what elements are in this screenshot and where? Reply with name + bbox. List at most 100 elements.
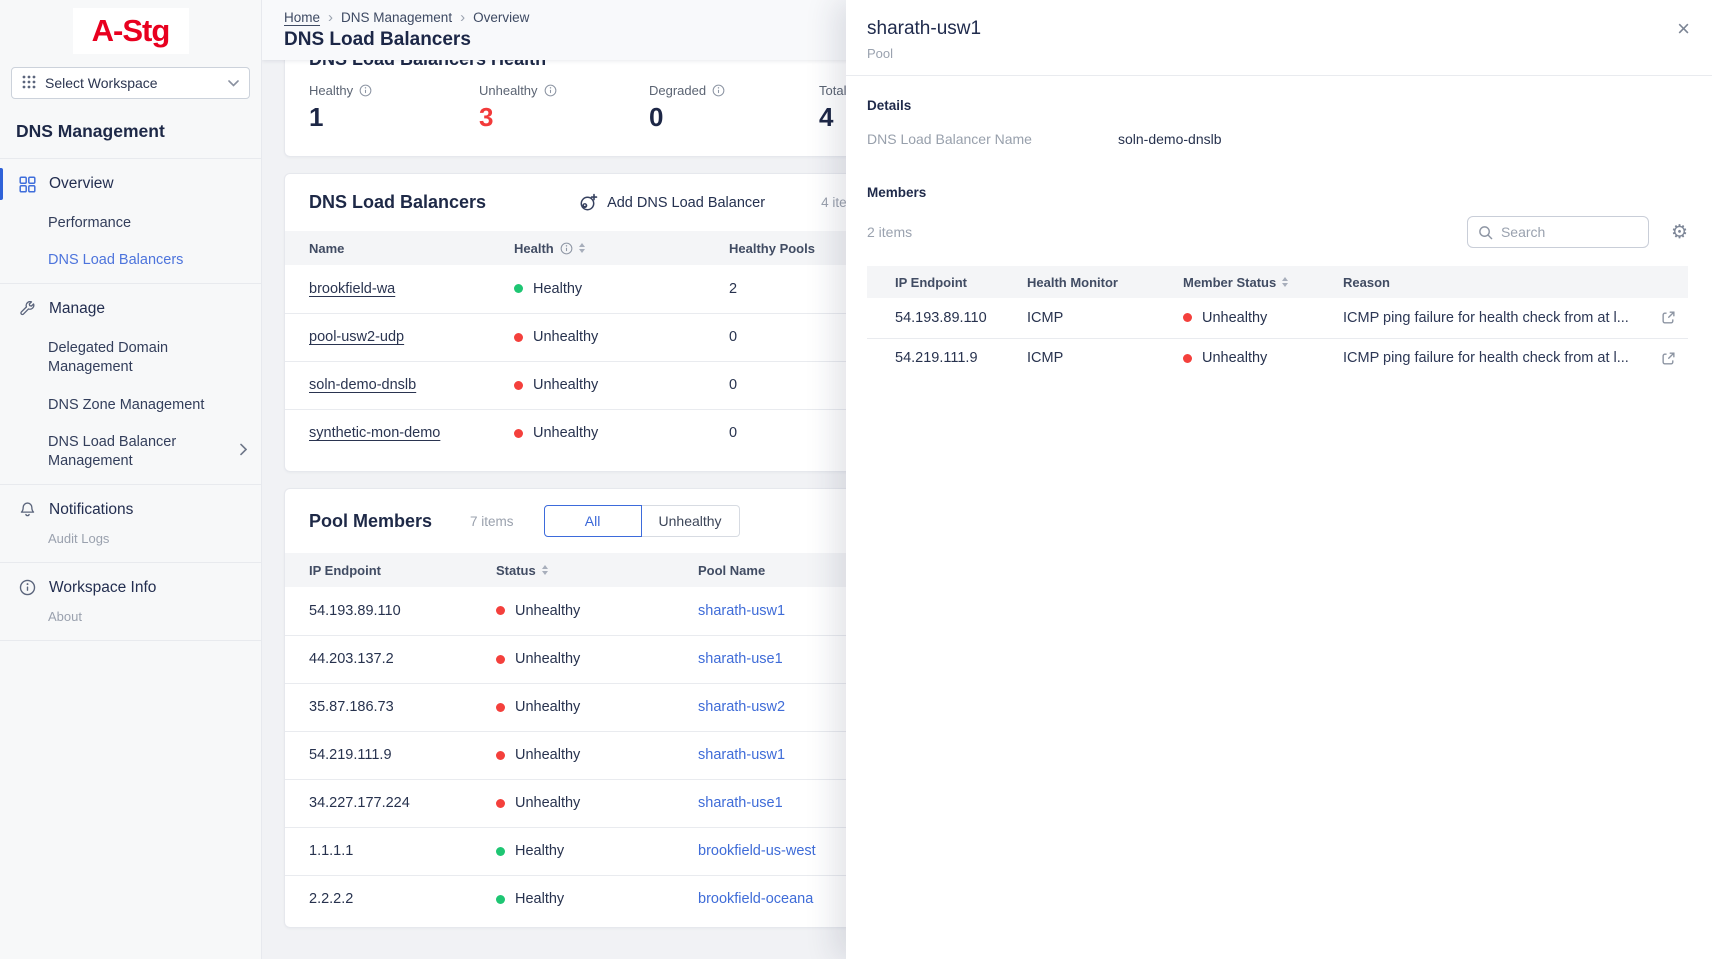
sidebar-item-delegated-domain-management[interactable]: Delegated Domain Management <box>0 330 261 386</box>
column-header-name[interactable]: Name <box>285 231 514 265</box>
divider <box>0 283 261 284</box>
pool-name-link[interactable]: sharath-use1 <box>698 795 783 811</box>
status-text: Healthy <box>515 843 564 859</box>
health-status-dot <box>514 429 523 438</box>
divider <box>0 484 261 485</box>
pool-name-link[interactable]: brookfield-us-west <box>698 843 816 859</box>
add-button-label: Add DNS Load Balancer <box>607 195 765 211</box>
add-dns-load-balancer-button[interactable]: Add DNS Load Balancer <box>578 193 765 213</box>
divider <box>0 562 261 563</box>
column-header-reason[interactable]: Reason <box>1343 266 1688 298</box>
stat-label: Healthy <box>309 83 353 98</box>
gear-icon[interactable]: ⚙ <box>1671 223 1688 242</box>
external-link-icon[interactable] <box>1661 351 1676 366</box>
ip-endpoint: 34.227.177.224 <box>285 779 496 827</box>
ip-endpoint: 54.193.89.110 <box>867 298 1027 338</box>
column-header-member-status[interactable]: Member Status <box>1183 266 1343 298</box>
members-toolbar: 2 items ⚙ <box>867 216 1688 248</box>
members-items-count: 2 items <box>867 224 912 240</box>
pool-name-link[interactable]: brookfield-oceana <box>698 891 813 907</box>
pool-detail-drawer: sharath-usw1 Pool × Details DNS Load Bal… <box>846 0 1712 959</box>
sidebar-item-dns-load-balancers[interactable]: DNS Load Balancers <box>0 242 261 279</box>
lb-name-link[interactable]: synthetic-mon-demo <box>309 425 440 441</box>
status-text: Unhealthy <box>1202 350 1267 366</box>
add-load-balancer-icon <box>578 193 598 213</box>
members-table-wrap: IP Endpoint Health Monitor Member Status… <box>867 266 1688 378</box>
drawer-body: Details DNS Load Balancer Name soln-demo… <box>846 98 1712 378</box>
column-header-health-monitor[interactable]: Health Monitor <box>1027 266 1183 298</box>
logo-text: A-Stg <box>92 13 170 48</box>
status-text: Unhealthy <box>515 747 580 763</box>
drawer-header: sharath-usw1 Pool × <box>846 0 1712 76</box>
lb-name-link[interactable]: brookfield-wa <box>309 281 395 297</box>
workspace-grid-icon <box>22 75 36 92</box>
sidebar-item-about[interactable]: About <box>0 609 261 636</box>
column-header-status[interactable]: Status <box>496 553 698 587</box>
app-root: A-Stg Select Workspace DNS Management <box>0 0 1712 959</box>
drawer-subtitle: Pool <box>867 46 1688 61</box>
members-heading: Members <box>867 185 1688 200</box>
sort-icon[interactable] <box>579 243 585 253</box>
external-link-icon[interactable] <box>1661 310 1676 325</box>
status-text: Healthy <box>515 891 564 907</box>
sidebar-item-manage[interactable]: Manage <box>0 288 261 330</box>
health-monitor: ICMP <box>1027 338 1183 378</box>
info-icon[interactable] <box>560 242 573 255</box>
info-icon[interactable] <box>544 84 557 97</box>
info-icon <box>19 579 36 596</box>
filter-all-button[interactable]: All <box>544 505 642 537</box>
status-dot <box>496 703 505 712</box>
sidebar-item-workspace-info[interactable]: Workspace Info <box>0 567 261 609</box>
members-table: IP Endpoint Health Monitor Member Status… <box>867 266 1688 378</box>
sidebar-item-performance[interactable]: Performance <box>0 205 261 242</box>
search-input[interactable] <box>1501 224 1638 240</box>
pool-name-link[interactable]: sharath-usw1 <box>698 603 785 619</box>
sort-icon[interactable] <box>1282 277 1288 287</box>
breadcrumb-overview[interactable]: Overview <box>473 10 529 25</box>
info-icon[interactable] <box>359 84 372 97</box>
ip-endpoint: 35.87.186.73 <box>285 683 496 731</box>
status-dot <box>496 655 505 664</box>
filter-unhealthy-button[interactable]: Unhealthy <box>642 505 740 537</box>
close-icon[interactable]: × <box>1677 18 1690 40</box>
column-header-health[interactable]: Health <box>514 231 729 265</box>
sidebar-item-audit-logs[interactable]: Audit Logs <box>0 531 261 558</box>
active-indicator <box>0 168 3 200</box>
search-input-wrapper <box>1467 216 1649 248</box>
search-icon <box>1478 225 1493 240</box>
stat-label: Degraded <box>649 83 706 98</box>
status-dot <box>1183 354 1192 363</box>
detail-value: soln-demo-dnslb <box>1118 129 1222 149</box>
sidebar-item-notifications[interactable]: Notifications <box>0 489 261 531</box>
sidebar-item-dns-zone-management[interactable]: DNS Zone Management <box>0 387 261 424</box>
column-header-ip-endpoint[interactable]: IP Endpoint <box>867 266 1027 298</box>
breadcrumb-home[interactable]: Home <box>284 10 320 25</box>
pool-card-title: Pool Members <box>309 511 432 532</box>
pool-name-link[interactable]: sharath-usw2 <box>698 699 785 715</box>
column-header-ip-endpoint[interactable]: IP Endpoint <box>285 553 496 587</box>
pool-name-link[interactable]: sharath-usw1 <box>698 747 785 763</box>
workspace-selector[interactable]: Select Workspace <box>11 67 250 99</box>
ip-endpoint: 54.219.111.9 <box>285 731 496 779</box>
status-dot <box>496 847 505 856</box>
workspace-selector-label: Select Workspace <box>45 75 219 91</box>
sidebar-nav: Overview Performance DNS Load Balancers … <box>0 163 261 641</box>
ip-endpoint: 2.2.2.2 <box>285 875 496 923</box>
breadcrumb-separator-icon: › <box>328 10 333 25</box>
sort-icon[interactable] <box>542 565 548 575</box>
info-icon[interactable] <box>712 84 725 97</box>
lb-name-link[interactable]: pool-usw2-udp <box>309 329 404 345</box>
status-dot <box>1183 313 1192 322</box>
health-status-text: Unhealthy <box>533 329 598 345</box>
wrench-icon <box>19 301 36 318</box>
chevron-right-icon <box>240 442 247 461</box>
breadcrumb-dns-management[interactable]: DNS Management <box>341 10 452 25</box>
lb-name-link[interactable]: soln-demo-dnslb <box>309 377 416 393</box>
members-table-header-row: IP Endpoint Health Monitor Member Status… <box>867 266 1688 298</box>
sidebar-item-dns-load-balancer-management[interactable]: DNS Load Balancer Management <box>0 424 261 480</box>
table-row: 54.219.111.9 ICMP Unhealthy ICMP ping fa… <box>867 338 1688 378</box>
sidebar-item-overview[interactable]: Overview <box>0 163 261 205</box>
pool-name-link[interactable]: sharath-use1 <box>698 651 783 667</box>
health-status-text: Unhealthy <box>533 377 598 393</box>
sidebar-item-label: Notifications <box>49 501 133 519</box>
